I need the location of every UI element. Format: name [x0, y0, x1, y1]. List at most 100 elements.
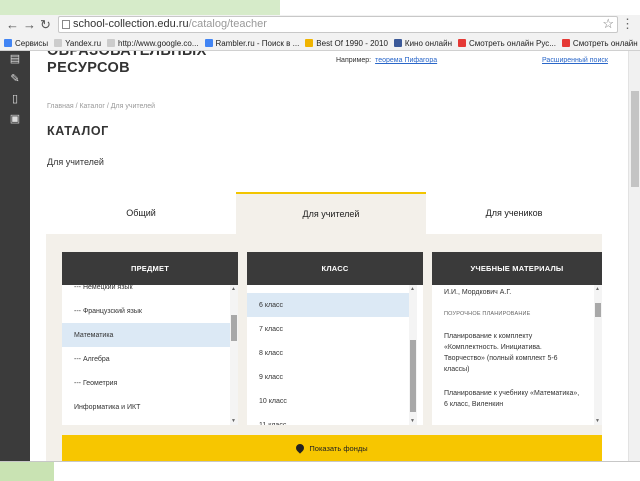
left-toolbar: ▤ ✎ ▯ ▣ [0, 51, 30, 461]
bookmark-label: Сервисы [15, 38, 49, 48]
page-icon [62, 20, 70, 29]
materials-list[interactable]: И.И., Мордкович А.Г. ПОУРОЧНОЕ ПЛАНИРОВА… [432, 285, 602, 425]
catalog-panel: ПРЕДМЕТ ИсторияИнформатика и ИКТ--- Геом… [46, 234, 602, 461]
show-resources-button[interactable]: Показать фонды [62, 435, 602, 461]
window-bottom-strip [0, 461, 640, 481]
bookmark-favicon-icon [4, 39, 12, 47]
bookmark-label: Кино онлайн [404, 38, 452, 48]
materials-column-header: УЧЕБНЫЕ МАТЕРИАЛЫ [432, 252, 602, 285]
page-scroll-thumb[interactable] [631, 91, 639, 187]
web-page: ОБРАЗОВАТЕЛЬНЫХ РЕСУРСОВ Например: теорем… [30, 51, 628, 461]
scroll-up-icon[interactable]: ▲ [231, 286, 236, 292]
subject-scroll-thumb[interactable] [231, 315, 237, 341]
grade-scroll-thumb[interactable] [410, 340, 416, 412]
list-item[interactable]: 6 класс [247, 293, 409, 317]
scroll-up-icon[interactable]: ▲ [595, 286, 600, 292]
library-icon[interactable]: ▤ [9, 53, 21, 65]
page-title: КАТАЛОГ [47, 124, 109, 138]
bookmark-item[interactable]: Смотреть онлайн Рус... [458, 39, 556, 48]
scroll-down-icon[interactable]: ▼ [595, 418, 600, 424]
bookmark-item[interactable]: Best Of 1990 - 2010 [305, 39, 388, 48]
materials-scroll-thumb[interactable] [595, 303, 601, 317]
tab-general[interactable]: Общий [46, 192, 236, 234]
bookmark-item[interactable]: Кино онлайн [393, 38, 452, 48]
list-item[interactable]: История [62, 419, 230, 425]
bookmark-item[interactable]: Смотреть онлайн Рус... [561, 38, 640, 48]
tab-students[interactable]: Для учеников [426, 192, 602, 234]
forward-icon[interactable]: → [23, 17, 36, 33]
catalog-tabs: Общий Для учителей Для учеников [46, 192, 602, 234]
pointer-icon [294, 442, 307, 454]
bookmark-favicon-icon [393, 39, 402, 47]
tab-teachers[interactable]: Для учителей [236, 192, 426, 234]
phone-icon[interactable]: ▯ [9, 93, 21, 105]
scroll-down-icon[interactable]: ▼ [410, 418, 415, 424]
site-title-line1: ОБРАЗОВАТЕЛЬНЫХ [47, 51, 207, 59]
grade-column: КЛАСС 11 класс 10 класс 9 класс 8 класс 7 кл… [247, 252, 423, 425]
advanced-search-link[interactable]: Расширенный поиск [542, 57, 608, 64]
list-item[interactable]: 7 класс [247, 317, 409, 341]
bookmark-favicon-icon [204, 39, 213, 47]
bookmark-label: Смотреть онлайн Рус... [572, 38, 640, 48]
list-item[interactable]: Математика [62, 323, 230, 347]
material-section-label: ПОУРОЧНОЕ ПЛАНИРОВАНИЕ [444, 311, 531, 317]
material-entry[interactable]: Планирование к учебнику «Математика», 6 … [444, 388, 584, 410]
list-item[interactable]: --- Французский язык [62, 299, 230, 323]
monitor-icon[interactable]: ▣ [9, 113, 21, 125]
breadcrumb[interactable]: Главная / Каталог / Для учителей [47, 103, 155, 110]
search-example: Например: теорема Пифагора [336, 57, 437, 64]
bookmark-favicon-icon [54, 39, 63, 47]
reload-icon[interactable]: ↻ [40, 17, 51, 33]
scroll-down-icon[interactable]: ▼ [231, 418, 236, 424]
page-subtitle: Для учителей [47, 157, 104, 167]
list-item[interactable]: --- Алгебра [62, 347, 230, 371]
page-scrollbar[interactable] [628, 51, 640, 461]
bookmark-item[interactable]: Сервисы [4, 39, 48, 48]
grade-scrollbar[interactable]: ▲ ▼ [409, 285, 417, 425]
window-top-strip [0, 0, 640, 15]
bookmark-label: http://www.google.co... [118, 38, 199, 48]
bookmark-item[interactable]: Yandex.ru [54, 39, 101, 48]
bookmark-favicon-icon [561, 39, 570, 47]
bookmark-item[interactable]: http://www.google.co... [107, 39, 199, 48]
subject-scrollbar[interactable]: ▲ ▼ [230, 285, 238, 425]
address-bar[interactable]: school-collection.edu.ru/catalog/teacher [58, 16, 618, 33]
list-item[interactable]: 8 класс [247, 341, 409, 365]
url-path: /catalog/teacher [188, 18, 267, 30]
grade-column-header: КЛАСС [247, 252, 423, 285]
list-item[interactable]: 10 класс [247, 389, 409, 413]
star-icon[interactable]: ☆ [602, 16, 614, 32]
bookmark-item[interactable]: Rambler.ru - Поиск в ... [204, 38, 300, 48]
site-title-line2: РЕСУРСОВ [47, 60, 131, 76]
list-item[interactable]: --- Геометрия [62, 371, 230, 395]
example-link[interactable]: теорема Пифагора [375, 57, 437, 64]
bookmark-label: Rambler.ru - Поиск в ... [215, 38, 300, 48]
subject-column-header: ПРЕДМЕТ [62, 252, 238, 285]
example-label: Например: [336, 57, 372, 64]
bookmark-favicon-icon [107, 39, 116, 47]
pencil-icon[interactable]: ✎ [9, 73, 21, 85]
back-icon[interactable]: ← [6, 17, 19, 33]
subject-column: ПРЕДМЕТ ИсторияИнформатика и ИКТ--- Геом… [62, 252, 238, 425]
subject-list[interactable]: ИсторияИнформатика и ИКТ--- Геометрия---… [62, 285, 238, 425]
url-host: school-collection.edu.ru [73, 18, 189, 30]
list-item[interactable]: 11 класс [247, 413, 409, 426]
taskbar-accent [0, 462, 54, 481]
site-title[interactable]: ОБРАЗОВАТЕЛЬНЫХ РЕСУРСОВ [47, 51, 207, 77]
materials-scrollbar[interactable]: ▲ ▼ [594, 285, 602, 425]
list-item[interactable]: 9 класс [247, 365, 409, 389]
grade-list[interactable]: 11 класс 10 класс 9 класс 8 класс 7 класс 6 к… [247, 285, 423, 425]
bookmark-favicon-icon [458, 39, 466, 47]
bookmark-favicon-icon [305, 39, 314, 47]
list-item[interactable]: Информатика и ИКТ [62, 395, 230, 419]
list-item[interactable]: --- Немецкий язык [62, 285, 230, 299]
kebab-menu-icon[interactable]: ⋮ [621, 16, 634, 32]
bookmark-label: Смотреть онлайн Рус... [469, 38, 556, 48]
materials-column: УЧЕБНЫЕ МАТЕРИАЛЫ И.И., Мордкович А.Г. П… [432, 252, 602, 425]
scroll-up-icon[interactable]: ▲ [410, 286, 415, 292]
bookmark-label: Yandex.ru [65, 38, 102, 48]
window-top-accent [0, 0, 280, 15]
material-entry[interactable]: Планирование к комплекту «Комплектность.… [444, 331, 584, 375]
material-author: И.И., Мордкович А.Г. [444, 289, 512, 296]
bookmark-label: Best Of 1990 - 2010 [316, 38, 388, 48]
